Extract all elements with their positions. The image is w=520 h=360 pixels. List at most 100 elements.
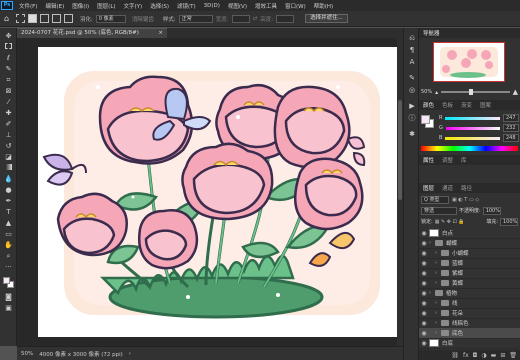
visibility-eye-icon[interactable]: ◉ <box>419 340 429 347</box>
layer-name[interactable]: 黄蝶 <box>452 279 463 287</box>
status-arrow-icon[interactable]: › <box>129 351 131 357</box>
visibility-eye-icon[interactable]: ◉ <box>419 330 429 337</box>
layer-name[interactable]: 花朵 <box>452 309 463 317</box>
tab-swatches[interactable]: 色板 <box>438 101 457 109</box>
add-selection-icon[interactable] <box>40 14 49 23</box>
path-select-icon[interactable]: ▲ <box>3 219 14 228</box>
zoom-out-icon[interactable]: ▴ <box>435 89 438 96</box>
tab-layers[interactable]: 图层 <box>419 184 438 192</box>
tab-color[interactable]: 颜色 <box>419 101 438 109</box>
new-group-icon[interactable]: ▬ <box>491 352 497 359</box>
height-input[interactable] <box>276 14 295 23</box>
add-mask-icon[interactable]: ◘ <box>473 352 478 359</box>
visibility-eye-icon[interactable]: ◉ <box>419 280 429 287</box>
move-tool-icon[interactable]: ✥ <box>3 32 14 41</box>
zoom-slider[interactable] <box>441 89 510 95</box>
visibility-eye-icon[interactable]: ◉ <box>419 260 429 267</box>
tab-navigator[interactable]: 导航器 <box>419 29 444 37</box>
clone-stamp-icon[interactable]: ⊥ <box>3 131 14 140</box>
channel-b-value[interactable]: 248 <box>503 134 519 142</box>
glyphs-icon[interactable]: ✱ <box>407 130 417 139</box>
gradient-tool-icon[interactable] <box>3 164 14 173</box>
menu-window[interactable]: 窗口(W) <box>281 2 310 10</box>
fx-icon[interactable]: fx <box>463 352 469 359</box>
visibility-eye-icon[interactable]: ◉ <box>419 300 429 307</box>
delete-layer-icon[interactable]: 🗑 <box>509 352 517 359</box>
layer-name[interactable]: 线稿色 <box>452 319 469 327</box>
history-icon[interactable]: ⎌ <box>407 34 417 43</box>
color-slider-g[interactable]: G 232 <box>439 124 519 132</box>
layer-name[interactable]: 蝴蝶 <box>446 239 457 247</box>
width-input[interactable] <box>231 14 250 23</box>
blend-mode-select[interactable]: 穿透 <box>421 206 457 215</box>
opacity-input[interactable]: 100% <box>482 206 501 215</box>
hand-tool-icon[interactable]: ✋ <box>3 241 14 250</box>
visibility-eye-icon[interactable]: ◉ <box>419 290 429 297</box>
layer-name[interactable]: 白底 <box>442 339 453 347</box>
paragraph-icon[interactable]: ¶ <box>407 46 417 55</box>
info-icon[interactable]: ⓘ <box>407 114 417 123</box>
adjustment-layer-icon[interactable]: ◑ <box>481 352 486 359</box>
document-tab[interactable]: 2024-0707 花花.psd @ 50% (底色, RGB/8#) × <box>17 28 167 38</box>
foreground-color-swatch[interactable] <box>3 277 10 284</box>
antialias-checkbox[interactable]: 消除锯齿 <box>132 15 154 23</box>
tab-channels[interactable]: 通道 <box>438 184 457 192</box>
color-slider-b[interactable]: B 248 <box>439 134 519 142</box>
menu-type[interactable]: 文字(Y) <box>120 2 147 10</box>
menu-image[interactable]: 图像(I) <box>68 2 93 10</box>
scrollbar-thumb[interactable] <box>398 100 402 200</box>
quick-select-tool-icon[interactable]: ✎ <box>3 65 14 74</box>
feather-input[interactable]: 0 像素 <box>95 14 126 23</box>
brush-tool-icon[interactable]: ✐ <box>3 120 14 129</box>
tab-adjustments[interactable]: 调整 <box>438 156 457 164</box>
dodge-tool-icon[interactable]: ● <box>3 186 14 195</box>
shapes-icon[interactable]: ◎ <box>407 86 417 95</box>
tab-libraries[interactable]: 库 <box>457 156 471 164</box>
visibility-eye-icon[interactable]: ◉ <box>419 320 429 327</box>
tab-properties[interactable]: 属性 <box>419 156 438 164</box>
brush-settings-icon[interactable]: ✎ <box>407 74 417 83</box>
menu-help[interactable]: 帮助(H) <box>310 2 337 10</box>
menu-filter[interactable]: 滤镜(T) <box>173 2 200 10</box>
layer-name[interactable]: 紫蝶 <box>452 269 463 277</box>
healing-brush-icon[interactable]: ✚ <box>3 109 14 118</box>
rect-marquee-icon[interactable] <box>16 14 25 23</box>
close-tab-icon[interactable]: × <box>158 29 163 38</box>
lasso-tool-icon[interactable]: ℓ <box>3 54 14 63</box>
layer-name[interactable]: 线 <box>452 299 458 307</box>
menu-edit[interactable]: 编辑(E) <box>41 2 68 10</box>
lock-icons[interactable]: ▦ ✎ ✥ ⊡ 🔒 <box>435 219 465 225</box>
screen-mode-icon[interactable]: ▣ <box>3 304 14 313</box>
marquee-tool-icon[interactable] <box>3 43 14 52</box>
history-brush-icon[interactable]: ↺ <box>3 142 14 151</box>
navigator-preview[interactable] <box>433 42 505 82</box>
menu-3d[interactable]: 3D(D) <box>200 3 224 9</box>
menu-plugins[interactable]: 增效工具 <box>251 2 281 10</box>
tab-gradients[interactable]: 渐变 <box>457 101 476 109</box>
artboard[interactable] <box>38 47 399 337</box>
layer-name[interactable]: 底色 <box>452 329 463 337</box>
eyedropper-tool-icon[interactable]: ⁄ <box>3 98 14 107</box>
visibility-eye-icon[interactable]: ◉ <box>419 240 429 247</box>
color-slider-r[interactable]: R 247 <box>439 114 519 122</box>
layer-name[interactable]: 白点 <box>442 229 453 237</box>
channel-g-value[interactable]: 232 <box>503 124 519 132</box>
fill-input[interactable]: 100% <box>500 217 518 226</box>
intersect-selection-icon[interactable] <box>64 14 73 23</box>
zoom-in-icon[interactable]: ▲ <box>513 88 518 96</box>
subtract-selection-icon[interactable] <box>52 14 61 23</box>
actions-icon[interactable]: ▶ <box>407 102 417 111</box>
menu-view[interactable]: 视图(V) <box>224 2 251 10</box>
filter-icons[interactable]: ▣ ◐ T ▭ ◇ <box>452 197 479 203</box>
color-ramp[interactable] <box>421 146 518 151</box>
new-selection-icon[interactable] <box>28 14 37 23</box>
zoom-readout[interactable]: 50% <box>21 351 33 357</box>
frame-tool-icon[interactable]: ⊠ <box>3 87 14 96</box>
quick-mask-icon[interactable]: ◙ <box>3 293 14 302</box>
blur-tool-icon[interactable]: 💧 <box>3 175 14 184</box>
visibility-eye-icon[interactable]: ◉ <box>419 270 429 277</box>
color-fg-swatch[interactable] <box>421 115 430 124</box>
tab-patterns[interactable]: 图案 <box>476 101 495 109</box>
visibility-eye-icon[interactable]: ◉ <box>419 250 429 257</box>
select-and-mask-button[interactable]: 选择并遮住... <box>305 14 348 23</box>
